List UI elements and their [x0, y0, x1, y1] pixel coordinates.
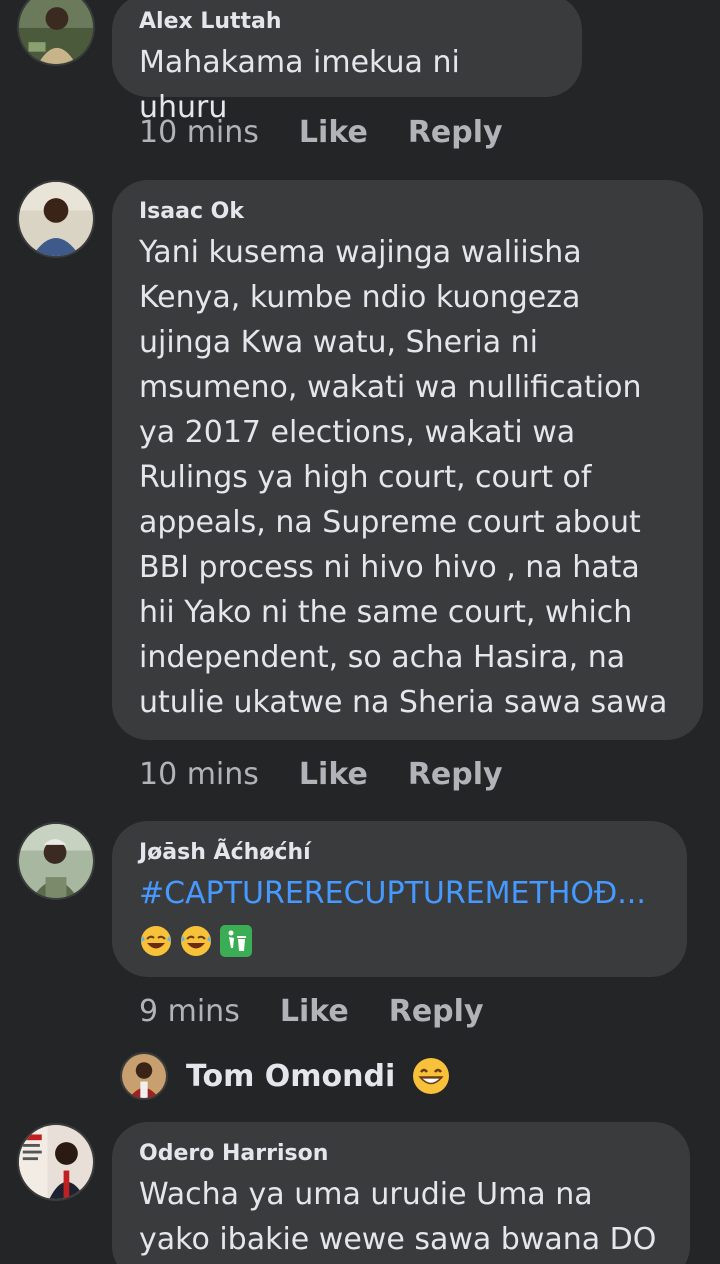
grinning-face-emoji — [411, 1056, 451, 1096]
reply-button[interactable]: Reply — [408, 757, 503, 792]
reply-author[interactable]: Tom Omondi — [186, 1059, 395, 1094]
comment-actions: 10 mins Like Reply — [139, 112, 503, 152]
avatar-isaac-ok[interactable] — [17, 180, 95, 258]
avatar-tom-omondi[interactable] — [120, 1052, 168, 1100]
comment-bubble[interactable]: Isaac Ok Yani kusema wajinga waliisha Ke… — [112, 180, 703, 740]
comment-timestamp[interactable]: 9 mins — [139, 994, 240, 1029]
like-button[interactable]: Like — [280, 994, 349, 1029]
comment-author[interactable]: Jøāsh Ãćhøćhí — [139, 839, 659, 867]
rolling-laughing-emoji — [139, 924, 173, 958]
profile-photo — [19, 1125, 93, 1199]
comment-text: #CAPTURERECUPTUREMETHOĐ... — [139, 871, 659, 916]
comment-timestamp[interactable]: 10 mins — [139, 115, 259, 150]
comment-text: Wacha ya uma urudie Uma na yako ibakie w… — [139, 1177, 657, 1257]
comment-author[interactable]: Odero Harrison — [139, 1140, 662, 1168]
profile-photo — [122, 1054, 166, 1098]
like-button[interactable]: Like — [299, 757, 368, 792]
hashtag-link[interactable]: #CAPTURERECUPTUREMETHOĐ... — [139, 876, 646, 911]
reply-button[interactable]: Reply — [389, 994, 484, 1029]
reply-preview[interactable]: Tom Omondi — [120, 1050, 451, 1102]
comment-timestamp[interactable]: 10 mins — [139, 757, 259, 792]
avatar-joash-achochi[interactable] — [17, 822, 95, 900]
comment-text: Yani kusema wajinga waliisha Kenya, kumb… — [139, 235, 668, 720]
reply-button[interactable]: Reply — [408, 115, 503, 150]
comment-bubble[interactable]: Alex Luttah Mahakama imekua ni uhuru — [112, 0, 582, 125]
profile-photo — [19, 182, 93, 256]
comment-actions: 9 mins Like Reply — [139, 991, 484, 1031]
emoji-row — [139, 922, 659, 960]
comment-bubble[interactable]: Jøāsh Ãćhøćhí #CAPTURERECUPTUREMETHOĐ... — [112, 821, 687, 977]
avatar-odero-harrison[interactable] — [17, 1123, 95, 1201]
comment-actions: 10 mins Like Reply — [139, 754, 503, 794]
rolling-laughing-emoji — [179, 924, 213, 958]
comment-author[interactable]: Alex Luttah — [139, 8, 554, 36]
like-button[interactable]: Like — [299, 115, 368, 150]
comment-bubble[interactable]: Odero Harrison Wacha ya uma urudie Uma n… — [112, 1122, 690, 1264]
comment-author[interactable]: Isaac Ok — [139, 198, 675, 226]
profile-photo — [19, 824, 93, 898]
profile-photo — [19, 0, 93, 64]
comments-thread: Alex Luttah Mahakama imekua ni uhuru 10 … — [0, 0, 720, 1264]
avatar-alex-luttah[interactable] — [17, 0, 95, 66]
litter-bin-emoji — [219, 924, 253, 958]
